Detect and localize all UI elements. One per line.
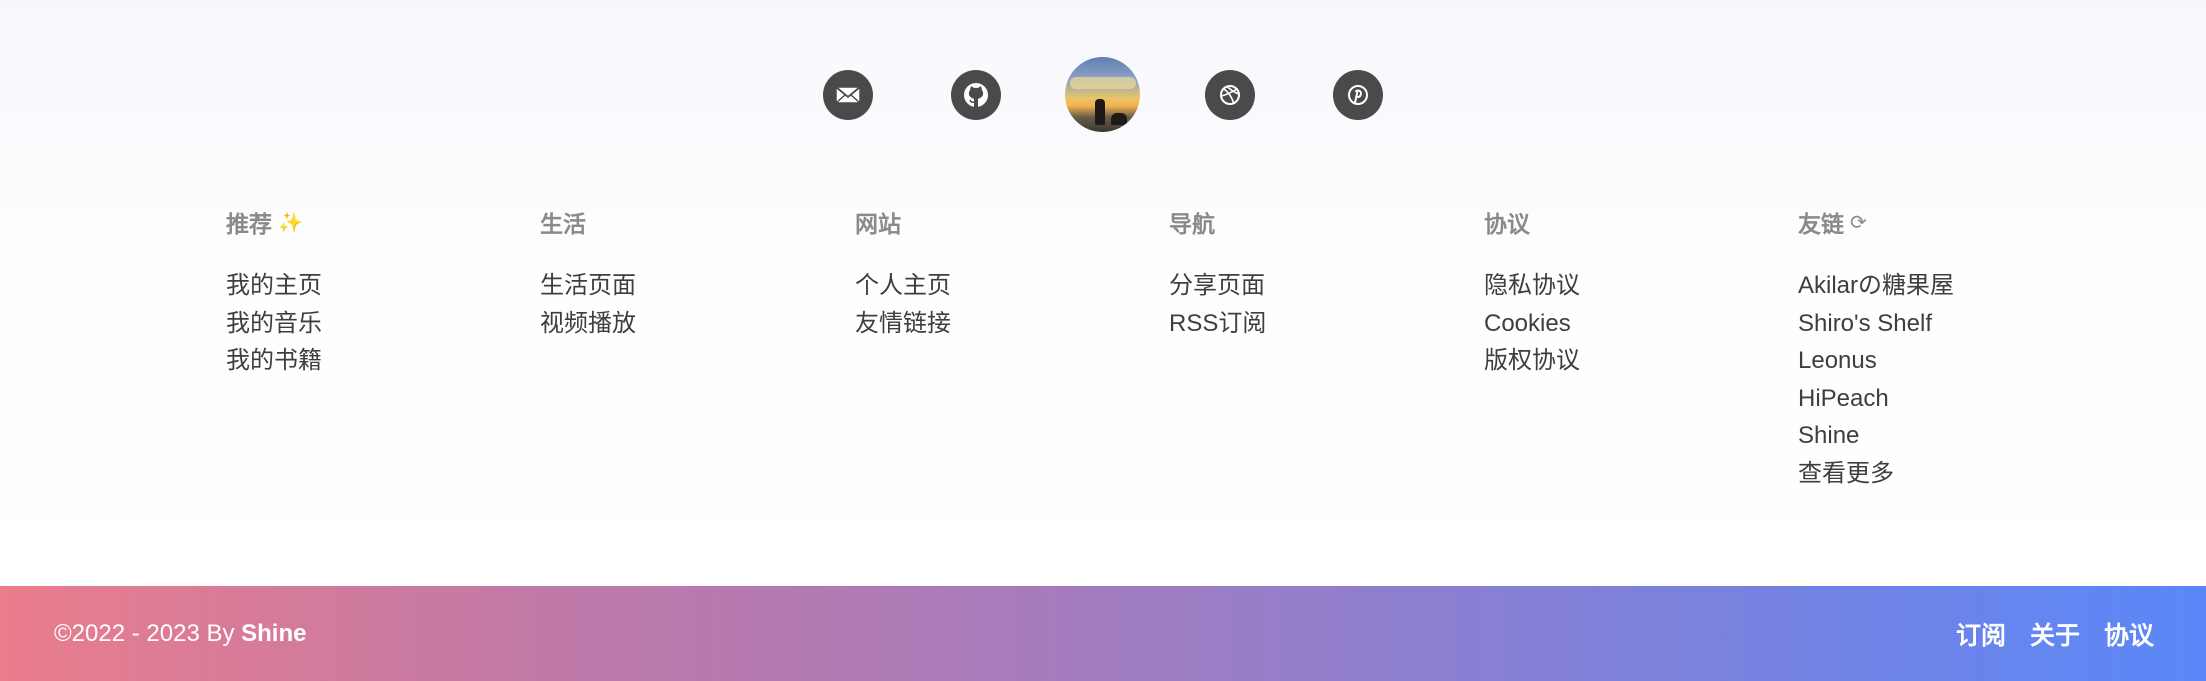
column-title-text: 网站: [855, 211, 901, 237]
pinterest-glyph: [1348, 85, 1368, 105]
github-icon[interactable]: [951, 70, 1001, 120]
footer-links: 订阅 关于 协议: [1956, 616, 2154, 652]
sparkles-icon: ✨: [278, 211, 303, 234]
link-privacy[interactable]: 隐私协议: [1484, 267, 1764, 305]
link-video[interactable]: 视频播放: [540, 305, 820, 343]
link-cookies[interactable]: Cookies: [1484, 305, 1764, 343]
link-my-books[interactable]: 我的书籍: [226, 342, 506, 380]
footer-link-agreement[interactable]: 协议: [2104, 616, 2154, 652]
github-glyph: [964, 83, 988, 107]
link-personal-home[interactable]: 个人主页: [855, 267, 1135, 305]
link-my-music[interactable]: 我的音乐: [226, 305, 506, 343]
refresh-icon[interactable]: ⟳: [1850, 210, 1867, 235]
link-list: 分享页面 RSS订阅: [1169, 267, 1449, 342]
column-title-text: 友链: [1798, 211, 1844, 237]
link-list: 个人主页 友情链接: [855, 267, 1135, 342]
footer-bar: ©2022 - 2023 By Shine 订阅 关于 协议: [0, 586, 2206, 681]
link-friend-hipeach[interactable]: HiPeach: [1798, 380, 2078, 418]
dribbble-glyph: [1220, 85, 1240, 105]
envelope-glyph: [835, 86, 861, 104]
column-friends: 友链 ⟳ Akilarの糖果屋 Shiro's Shelf Leonus HiP…: [1798, 205, 2078, 492]
avatar[interactable]: [1065, 57, 1140, 132]
column-title-text: 生活: [540, 211, 586, 237]
avatar-figure-dog: [1111, 113, 1127, 125]
column-website: 网站 个人主页 友情链接: [855, 205, 1135, 342]
social-links-bar: [0, 57, 2206, 133]
column-title: 推荐 ✨: [226, 205, 506, 239]
email-icon[interactable]: [823, 70, 873, 120]
author-name[interactable]: Shine: [241, 620, 306, 647]
column-navigation: 导航 分享页面 RSS订阅: [1169, 205, 1449, 342]
footer-link-subscribe[interactable]: 订阅: [1956, 616, 2006, 652]
link-list: 生活页面 视频播放: [540, 267, 820, 342]
column-title: 导航: [1169, 205, 1449, 239]
column-title-text: 导航: [1169, 211, 1215, 237]
footer-link-about[interactable]: 关于: [2030, 616, 2080, 652]
link-list: 我的主页 我的音乐 我的书籍: [226, 267, 506, 380]
link-friend-shiro[interactable]: Shiro's Shelf: [1798, 305, 2078, 343]
avatar-figure: [1095, 99, 1105, 125]
column-life: 生活 生活页面 视频播放: [540, 205, 820, 342]
link-rss[interactable]: RSS订阅: [1169, 305, 1449, 343]
link-friend-shine[interactable]: Shine: [1798, 417, 2078, 455]
dribbble-icon[interactable]: [1205, 70, 1255, 120]
link-view-more[interactable]: 查看更多: [1798, 455, 2078, 493]
pinterest-icon[interactable]: [1333, 70, 1383, 120]
link-my-home[interactable]: 我的主页: [226, 267, 506, 305]
column-title: 网站: [855, 205, 1135, 239]
copyright: ©2022 - 2023 By Shine: [54, 620, 306, 648]
copyright-text: ©2022 - 2023 By: [54, 619, 242, 647]
link-friend-leonus[interactable]: Leonus: [1798, 342, 2078, 380]
column-title: 生活: [540, 205, 820, 239]
link-life-page[interactable]: 生活页面: [540, 267, 820, 305]
column-title: 协议: [1484, 205, 1764, 239]
column-title-text: 推荐: [226, 211, 272, 237]
link-copyright[interactable]: 版权协议: [1484, 342, 1764, 380]
link-friend-links[interactable]: 友情链接: [855, 305, 1135, 343]
link-friend-akilar[interactable]: Akilarの糖果屋: [1798, 267, 2078, 305]
column-recommend: 推荐 ✨ 我的主页 我的音乐 我的书籍: [226, 205, 506, 380]
column-title: 友链 ⟳: [1798, 205, 2078, 239]
column-title-text: 协议: [1484, 211, 1530, 237]
link-list: 隐私协议 Cookies 版权协议: [1484, 267, 1764, 380]
link-list: Akilarの糖果屋 Shiro's Shelf Leonus HiPeach …: [1798, 267, 2078, 492]
avatar-cloud: [1070, 77, 1136, 89]
column-agreement: 协议 隐私协议 Cookies 版权协议: [1484, 205, 1764, 380]
link-share-page[interactable]: 分享页面: [1169, 267, 1449, 305]
